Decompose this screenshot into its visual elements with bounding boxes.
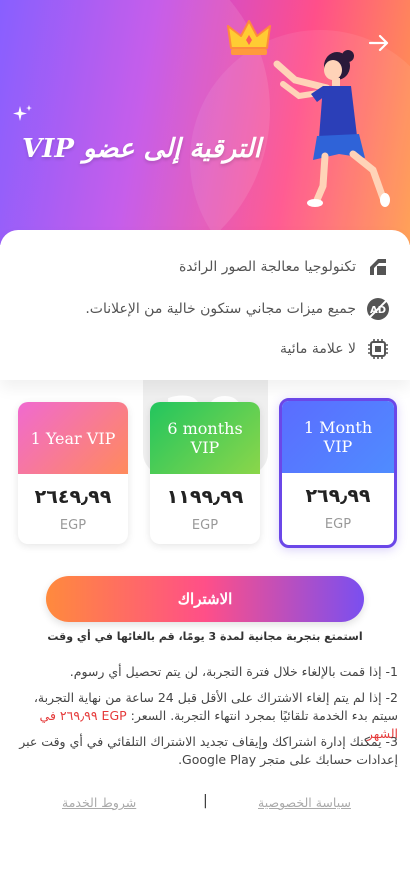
plan-title: 6 months VIP xyxy=(150,402,260,474)
no-watermark-icon xyxy=(368,339,388,359)
sparkle-icon xyxy=(13,105,32,121)
feature-item: تكنولوجيا معالجة الصور الرائدة xyxy=(179,254,390,280)
terms-line-3: 3- يمكنك إدارة اشتراكك وإيقاف تجديد الاش… xyxy=(19,734,398,767)
plan-card-year[interactable]: 1 Year VIP ٢٦٤٩٫٩٩ EGP xyxy=(18,402,128,544)
feature-item: AD جميع ميزات مجاني ستكون خالية من الإعل… xyxy=(85,296,390,322)
plan-price: ٢٦٤٩٫٩٩ xyxy=(34,486,112,508)
terms-of-service-link[interactable]: شروط الخدمة xyxy=(62,795,136,810)
features-card: تكنولوجيا معالجة الصور الرائدة AD جميع م… xyxy=(0,230,410,380)
plan-price: ١١٩٩٫٩٩ xyxy=(166,486,244,508)
tech-icon xyxy=(370,259,386,275)
no-ads-icon: AD xyxy=(367,298,389,320)
plan-price: ٢٦٩٫٩٩ xyxy=(305,485,371,507)
plan-currency: EGP xyxy=(191,518,219,533)
privacy-policy-link[interactable]: سياسة الخصوصية xyxy=(258,795,351,810)
subscribe-button[interactable]: الاشتراك xyxy=(46,576,364,622)
feature-text: لا علامة مائية xyxy=(280,341,356,357)
hero-banner: الترقية إلى عضو VIP xyxy=(0,0,410,245)
feature-text: جميع ميزات مجاني ستكون خالية من الإعلانا… xyxy=(85,301,356,317)
plan-title: 1 Year VIP xyxy=(18,402,128,474)
plan-card-1-month[interactable]: 1 Month VIP ٢٦٩٫٩٩ EGP xyxy=(279,398,397,548)
jumping-girl-illustration xyxy=(273,50,390,207)
plan-currency: EGP xyxy=(324,517,352,532)
trial-note: استمتع بتجربة مجانية لمدة 3 يومًا، قم با… xyxy=(47,630,363,643)
plan-card-6-months[interactable]: 6 months VIP ١١٩٩٫٩٩ EGP xyxy=(150,402,260,544)
plan-title: 1 Month VIP xyxy=(282,401,394,473)
plan-currency: EGP xyxy=(59,518,87,533)
page-title: الترقية إلى عضو VIP xyxy=(22,134,261,164)
feature-text: تكنولوجيا معالجة الصور الرائدة xyxy=(178,259,356,275)
footer-separator: | xyxy=(203,793,208,809)
feature-item: لا علامة مائية xyxy=(280,336,390,362)
terms-line-1: 1- إذا قمت بالإلغاء خلال فترة التجربة، ل… xyxy=(69,664,398,679)
arrow-right-icon[interactable] xyxy=(366,30,392,56)
